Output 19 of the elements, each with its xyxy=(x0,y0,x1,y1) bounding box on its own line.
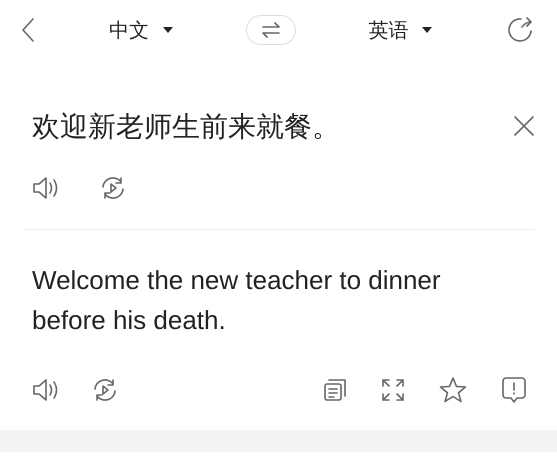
speaker-button[interactable] xyxy=(32,377,60,403)
replay-button[interactable] xyxy=(100,175,126,201)
caret-icon xyxy=(162,27,173,33)
star-button[interactable] xyxy=(439,377,467,403)
copy-button[interactable] xyxy=(323,378,347,402)
caret-icon xyxy=(422,27,432,33)
source-language-dropdown[interactable]: 中文 xyxy=(108,15,173,45)
swap-icon xyxy=(260,22,280,38)
feedback-button[interactable] xyxy=(501,376,527,404)
share-button[interactable] xyxy=(505,15,535,45)
fullscreen-button[interactable] xyxy=(381,378,405,402)
clear-button[interactable] xyxy=(513,115,535,137)
speaker-button[interactable] xyxy=(32,175,60,201)
target-language-dropdown[interactable]: 英语 xyxy=(368,15,432,45)
back-button[interactable] xyxy=(20,17,36,43)
translation-text: Welcome the new teacher to dinner before his death. xyxy=(31,264,442,337)
source-text: 欢迎新老师生前来就餐。 xyxy=(32,109,340,145)
swap-languages-button[interactable] xyxy=(246,15,296,45)
replay-button[interactable] xyxy=(92,377,118,403)
